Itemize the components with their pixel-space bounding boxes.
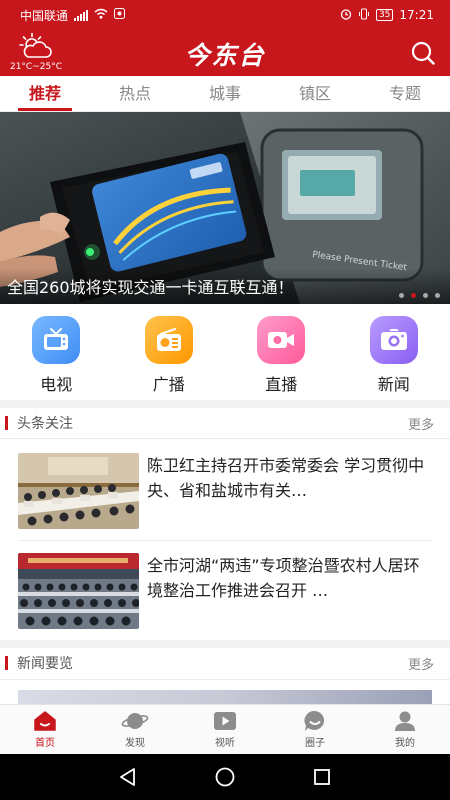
user-icon	[395, 711, 415, 731]
divider	[0, 438, 450, 439]
carousel-dot	[399, 293, 404, 298]
channel-label: 电视	[40, 375, 73, 394]
system-navigation-bar	[0, 754, 450, 800]
notification-icon	[114, 8, 126, 22]
news-section-header: 新闻要览 更多	[0, 648, 450, 678]
search-button[interactable]	[410, 40, 436, 66]
tab-hot[interactable]: 热点	[90, 76, 180, 111]
app-screen: 中国联通 35 17:21 21°C~25°C 今东台 推荐 热点 城事 镇区 …	[0, 0, 450, 800]
news-title: 全市河湖“两违”专项整治暨农村人居环境整治工作推进会召开 …	[147, 556, 420, 600]
tab-towns[interactable]: 镇区	[270, 76, 360, 111]
section-divider	[0, 400, 450, 408]
section-title: 新闻要览	[17, 656, 73, 672]
battery-icon: 35	[375, 9, 394, 21]
back-icon[interactable]	[117, 766, 139, 788]
home-icon	[34, 711, 56, 731]
app-logo: 今东台	[184, 41, 266, 70]
channel-shortcuts: 电视 广播 直播 新闻	[0, 304, 450, 400]
channel-label: 广播	[152, 375, 185, 394]
news-thumbnail	[18, 453, 139, 529]
nav-label: 圈子	[305, 738, 325, 749]
more-link[interactable]: 更多	[408, 414, 434, 433]
search-icon	[411, 41, 435, 65]
chat-bubble-icon	[304, 710, 325, 731]
radio-icon	[144, 316, 193, 364]
section-title: 头条关注	[17, 416, 73, 432]
tab-topics[interactable]: 专题	[360, 76, 450, 111]
nav-discover[interactable]: 发现	[90, 705, 180, 754]
signal-icon	[74, 9, 89, 21]
planet-icon	[121, 713, 149, 729]
alarm-icon	[340, 8, 352, 23]
divider	[18, 540, 432, 541]
nav-circle[interactable]: 圈子	[270, 705, 360, 754]
channel-live[interactable]: 直播	[225, 304, 338, 400]
vibrate-icon	[358, 8, 370, 23]
app-header: 21°C~25°C 今东台	[0, 30, 450, 76]
nav-label: 视听	[215, 738, 235, 749]
carousel-dot	[435, 293, 440, 298]
carousel-indicator	[399, 293, 440, 298]
status-bar: 中国联通 35 17:21	[0, 0, 450, 30]
nav-label: 发现	[125, 738, 145, 749]
banner-caption: 全国260城将实现交通一卡通互联互通！	[0, 268, 450, 304]
tab-recommend[interactable]: 推荐	[0, 76, 90, 111]
headline-section-header: 头条关注 更多	[0, 408, 450, 438]
banner-carousel[interactable]: Please Present Ticket 全国260城将实现交通一卡通互联互通…	[0, 112, 450, 304]
category-tabs: 推荐 热点 城事 镇区 专题	[0, 76, 450, 112]
channel-news[interactable]: 新闻	[338, 304, 450, 400]
tv-icon	[32, 316, 81, 364]
channel-tv[interactable]: 电视	[0, 304, 113, 400]
section-accent-bar	[5, 416, 8, 430]
carrier-label: 中国联通	[20, 8, 69, 23]
channel-radio[interactable]: 广播	[113, 304, 226, 400]
recent-apps-icon[interactable]	[311, 766, 333, 788]
nav-profile[interactable]: 我的	[360, 705, 450, 754]
video-camera-icon	[257, 316, 306, 364]
divider	[0, 679, 450, 680]
tab-city[interactable]: 城事	[180, 76, 270, 111]
news-preview-image[interactable]	[18, 690, 432, 704]
news-title: 陈卫红主持召开市委常委会 学习贯彻中央、省和盐城市有关…	[147, 456, 425, 500]
carousel-dot-active	[411, 293, 416, 298]
bottom-navigation: 首页 发现 视听 圈子 我的	[0, 704, 450, 754]
carousel-dot	[423, 293, 428, 298]
channel-label: 直播	[265, 375, 298, 394]
news-item[interactable]: 陈卫红主持召开市委常委会 学习贯彻中央、省和盐城市有关…	[18, 453, 432, 531]
camera-icon	[369, 316, 418, 364]
clock-time: 17:21	[399, 8, 434, 22]
wifi-icon	[94, 8, 108, 22]
play-icon	[214, 712, 236, 730]
nav-label: 首页	[35, 738, 55, 749]
more-link[interactable]: 更多	[408, 654, 434, 673]
home-circle-icon[interactable]	[214, 766, 236, 788]
news-item[interactable]: 全市河湖“两违”专项整治暨农村人居环境整治工作推进会召开 …	[18, 553, 432, 631]
section-accent-bar	[5, 656, 8, 670]
channel-label: 新闻	[377, 375, 410, 394]
news-thumbnail	[18, 553, 139, 629]
section-divider	[0, 640, 450, 648]
nav-label: 我的	[395, 738, 415, 749]
nav-media[interactable]: 视听	[180, 705, 270, 754]
nav-home[interactable]: 首页	[0, 705, 90, 754]
